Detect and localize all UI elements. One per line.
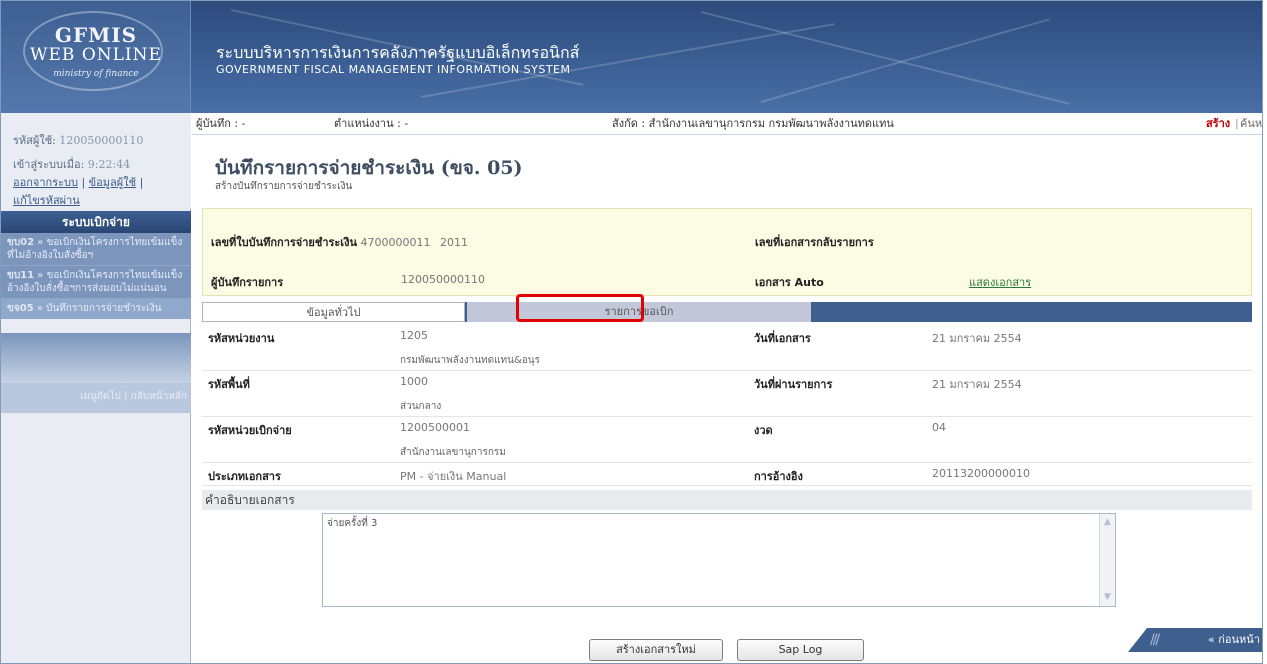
reverse-doc-label: เลขที่เอกสารกลับรายการ — [755, 236, 874, 249]
recorder-info: ผู้บันทึก : - — [196, 117, 246, 130]
change-password-link[interactable]: แก้ไขรหัสผ่าน — [13, 194, 80, 207]
banner-streak — [760, 18, 1050, 103]
doc-number-label: เลขที่ใบบันทึกการจ่ายชำระเงิน — [211, 236, 357, 249]
doc-year-value: 2011 — [439, 236, 468, 249]
title-area: บันทึกรายการจ่ายชำระเงิน (ขจ. 05) สร้างบ… — [192, 135, 1262, 195]
table-row: รหัสพื้นที่ 1000 ส่วนกลาง วันที่ผ่านรายก… — [202, 371, 1252, 417]
user-id-label: รหัสผู้ใช้: — [13, 134, 56, 147]
area-code-value: 1000 — [400, 375, 428, 388]
doc-date-value: 21 มกราคม 2554 — [932, 332, 1022, 345]
left-sidebar: รหัสผู้ใช้: 120050000110 เข้าสู่ระบบเมื่… — [1, 113, 191, 663]
scroll-down-icon[interactable]: ▼ — [1101, 591, 1114, 604]
create-link[interactable]: สร้าง — [1206, 113, 1230, 135]
menu-footer: เมนูถัดไป | กลับหน้าหลัก — [1, 383, 191, 413]
description-textarea[interactable]: จ่ายครั้งที่ 3 ▲ ▼ — [322, 513, 1116, 607]
sidebar-item-kb11[interactable]: ขบ11 » ขอเบิกเงินโครงการไทยเข้มแข็งอ้างอ… — [1, 266, 191, 299]
auto-doc-label: เอกสาร Auto — [755, 276, 824, 289]
post-date-value: 21 มกราคม 2554 — [932, 378, 1022, 391]
menu-item-label: » ขอเบิกเงินโครงการไทยเข้มแข็งที่ไม่อ้าง… — [7, 237, 183, 261]
menu-item-label: » ขอเบิกเงินโครงการไทยเข้มแข็งอ้างอิงใบส… — [7, 270, 183, 294]
menu-item-label: » บันทึกรายการจ่ายชำระเงิน — [36, 303, 162, 314]
sidebar-item-kj05[interactable]: ขจ05 » บันทึกรายการจ่ายชำระเงิน — [1, 299, 191, 319]
user-info: รหัสผู้ใช้: 120050000110 เข้าสู่ระบบเมื่… — [1, 113, 191, 209]
menu-spacer — [1, 333, 191, 383]
sidebar-menu: ขบ02 » ขอเบิกเงินโครงการไทยเข้มแข็งที่ไม… — [1, 233, 191, 319]
user-id-value: 120050000110 — [59, 134, 144, 147]
tab-general-info[interactable]: ข้อมูลทั่วไป — [202, 302, 465, 322]
logo-text-gfmis: GFMIS — [54, 23, 138, 47]
sap-log-button[interactable]: Sap Log — [737, 639, 864, 661]
description-text: จ่ายครั้งที่ 3 — [327, 518, 378, 529]
period-label: งวด — [754, 424, 773, 437]
table-row: รหัสหน่วยงาน 1205 กรมพัฒนาพลังงานทดแทน&อ… — [202, 325, 1252, 371]
doc-number-value: 4700000011 — [360, 236, 431, 249]
menu-item-code: ขบ02 — [7, 237, 35, 248]
main-content: เลขที่ใบบันทึกการจ่ายชำระเงิน 4700000011… — [192, 201, 1262, 663]
area-code-label: รหัสพื้นที่ — [208, 378, 250, 391]
period-value: 04 — [932, 421, 946, 434]
search-link[interactable]: ค้นหา — [1240, 113, 1262, 135]
document-header-panel: เลขที่ใบบันทึกการจ่ายชำระเงิน 4700000011… — [202, 208, 1252, 296]
info-bar: ผู้บันทึก : - ตำแหน่งงาน : - สังกัด : สำ… — [192, 113, 1262, 135]
header-banner: GFMIS WEB ONLINE ministry of finance ระบ… — [1, 1, 1262, 113]
recorder-label: ผู้บันทึกรายการ — [211, 276, 284, 289]
logout-link[interactable]: ออกจากระบบ — [13, 176, 78, 189]
unit-code-name: กรมพัฒนาพลังงานทดแทน&อนุร — [400, 355, 540, 366]
menu-item-code: ขบ11 — [7, 270, 35, 281]
menu-item-code: ขจ05 — [7, 303, 34, 314]
user-profile-link[interactable]: ข้อมูลผู้ใช้ — [89, 176, 136, 189]
previous-page-label: « ก่อนหน้า — [1208, 633, 1260, 646]
app-window: GFMIS WEB ONLINE ministry of finance ระบ… — [0, 0, 1263, 664]
system-title-english: GOVERNMENT FISCAL MANAGEMENT INFORMATION… — [216, 63, 571, 76]
description-scrollbar[interactable]: ▲ ▼ — [1099, 514, 1115, 606]
position-info: ตำแหน่งงาน : - — [334, 117, 409, 130]
doc-type-label: ประเภทเอกสาร — [208, 470, 281, 483]
recorder-value: 120050000110 — [401, 273, 485, 286]
post-date-label: วันที่ผ่านรายการ — [754, 378, 833, 391]
disbursing-unit-value: 1200500001 — [400, 421, 470, 434]
login-time-value: 9:22:44 — [87, 158, 131, 171]
highlight-annotation — [516, 294, 644, 322]
table-row: ประเภทเอกสาร PM - จ่ายเงิน Manual การอ้า… — [202, 463, 1252, 486]
logo-text-web-online: WEB ONLINE — [30, 45, 162, 65]
next-menu-link[interactable]: เมนูถัดไป — [80, 391, 121, 402]
description-section-title: คำอธิบายเอกสาร — [202, 490, 1252, 510]
disbursing-unit-label: รหัสหน่วยเบิกจ่าย — [208, 424, 292, 437]
link-separator: | — [1235, 117, 1239, 130]
doc-type-value: PM - จ่ายเงิน Manual — [400, 470, 507, 483]
show-document-link[interactable]: แสดงเอกสาร — [969, 276, 1031, 289]
disbursing-unit-name: สำนักงานเลขานุการกรม — [400, 447, 506, 458]
sidebar-item-kb02[interactable]: ขบ02 » ขอเบิกเงินโครงการไทยเข้มแข็งที่ไม… — [1, 233, 191, 266]
login-time-label: เข้าสู่ระบบเมื่อ: — [13, 158, 85, 171]
affiliation-info: สังกัด : สำนักงานเลขานุการกรม กรมพัฒนาพล… — [612, 117, 894, 130]
menu-title: ระบบเบิกจ่าย — [1, 211, 191, 233]
reference-value: 20113200000010 — [932, 467, 1030, 480]
previous-page-button[interactable]: /// « ก่อนหน้า — [1128, 628, 1262, 652]
gfmis-logo: GFMIS WEB ONLINE ministry of finance — [1, 1, 191, 113]
tab-bar: ข้อมูลทั่วไป รายการขอเบิก — [202, 302, 1252, 322]
unit-code-label: รหัสหน่วยงาน — [208, 332, 275, 345]
table-row: รหัสหน่วยเบิกจ่าย 1200500001 สำนักงานเลข… — [202, 417, 1252, 463]
area-code-name: ส่วนกลาง — [400, 401, 442, 412]
page-subtitle: สร้างบันทึกรายการจ่ายชำระเงิน — [215, 181, 353, 192]
general-info-table: รหัสหน่วยงาน 1205 กรมพัฒนาพลังงานทดแทน&อ… — [202, 325, 1252, 486]
unit-code-value: 1205 — [400, 329, 428, 342]
banner-streak — [700, 11, 1070, 105]
logo-text-ministry: ministry of finance — [53, 69, 139, 79]
doc-date-label: วันที่เอกสาร — [754, 332, 811, 345]
scroll-up-icon[interactable]: ▲ — [1101, 516, 1114, 529]
reference-label: การอ้างอิง — [754, 470, 803, 483]
home-link[interactable]: กลับหน้าหลัก — [131, 391, 187, 402]
link-separator: | — [139, 176, 144, 189]
new-document-button[interactable]: สร้างเอกสารใหม่ — [589, 639, 723, 661]
link-separator: | — [124, 391, 128, 402]
link-separator: | — [81, 176, 86, 189]
slash-decoration-icon: /// — [1150, 632, 1160, 648]
